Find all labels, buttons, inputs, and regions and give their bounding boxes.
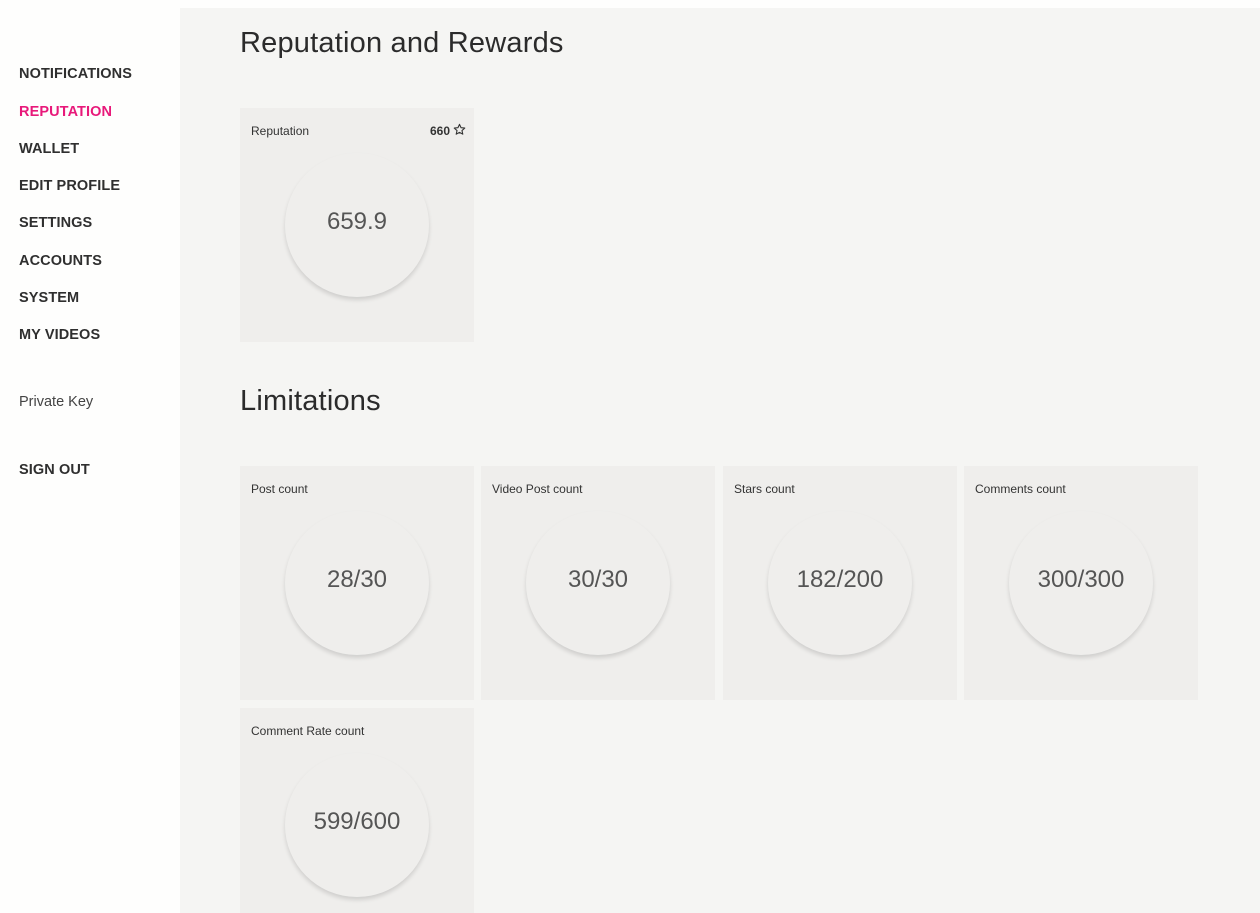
reputation-gauge: 659.9 [285,153,429,297]
card-label: Comment Rate count [251,724,365,738]
nav-system[interactable]: SYSTEM [19,290,79,306]
limit-gauge: 28/30 [285,511,429,655]
limit-value: 182/200 [796,566,884,593]
reputation-section-title: Reputation and Rewards [240,27,564,59]
limit-value: 30/30 [567,566,629,593]
main-content: Reputation and Rewards Reputation 660 65… [180,8,1260,913]
nav-edit-profile[interactable]: EDIT PROFILE [19,178,120,194]
limit-value: 300/300 [1037,566,1125,593]
nav-my-videos[interactable]: MY VIDEOS [19,327,100,343]
limit-value: 28/30 [326,566,388,593]
nav-settings[interactable]: SETTINGS [19,215,92,231]
nav-wallet[interactable]: WALLET [19,141,79,157]
nav-private-key[interactable]: Private Key [19,394,93,410]
limit-card-stars-count: Stars count 182/200 [723,466,957,700]
nav-reputation[interactable]: REPUTATION [19,104,112,120]
card-label: Reputation [251,124,310,138]
limit-value: 599/600 [313,808,401,835]
sidebar: NOTIFICATIONS REPUTATION WALLET EDIT PRO… [0,0,180,913]
card-label: Post count [251,482,308,496]
limit-card-video-post-count: Video Post count 30/30 [481,466,715,700]
reputation-badge: 660 [430,123,466,139]
reputation-card: Reputation 660 659.9 [240,108,474,342]
limit-gauge: 300/300 [1009,511,1153,655]
limitations-section-title: Limitations [240,385,381,417]
nav-accounts[interactable]: ACCOUNTS [19,253,102,269]
limit-card-comments-count: Comments count 300/300 [964,466,1198,700]
reputation-badge-value: 660 [429,124,450,138]
nav-notifications[interactable]: NOTIFICATIONS [19,66,132,82]
card-label: Comments count [975,482,1066,496]
limit-gauge: 182/200 [768,511,912,655]
limit-gauge: 30/30 [526,511,670,655]
card-label: Stars count [734,482,795,496]
sign-out-button[interactable]: SIGN OUT [19,462,90,478]
limit-card-comment-rate-count: Comment Rate count 599/600 [240,708,474,913]
star-icon [453,123,466,139]
limit-card-post-count: Post count 28/30 [240,466,474,700]
card-label: Video Post count [492,482,583,496]
reputation-value: 659.9 [326,208,388,235]
limit-gauge: 599/600 [285,753,429,897]
